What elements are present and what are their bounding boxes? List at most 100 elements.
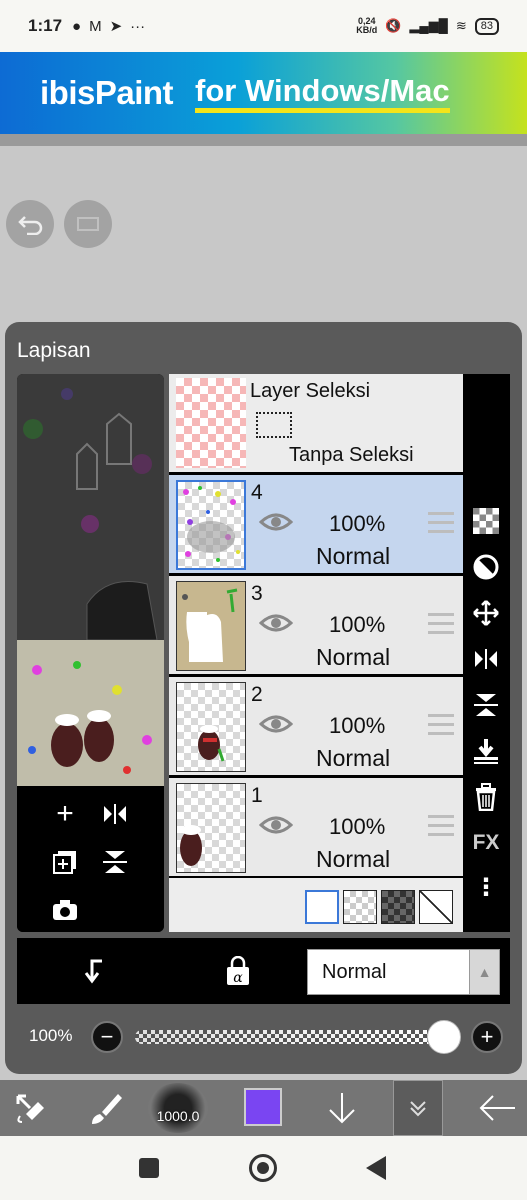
layer-panel: Lapisan + Layer Seleksi Tanpa Seleksi 4 … (5, 322, 522, 1074)
notification-icons: ● M ➤ ··· (72, 17, 145, 36)
trash-icon (476, 783, 496, 811)
layer-opacity: 100% (329, 612, 386, 637)
layer-row[interactable]: 1 100% Normal (169, 778, 463, 876)
canvas-thumbnail[interactable] (17, 640, 164, 786)
layer-row[interactable]: 4 100% Normal (169, 475, 463, 573)
layer-opacity: 100% (329, 511, 386, 536)
duplicate-layer-icon (53, 851, 76, 874)
visibility-eye-icon[interactable] (259, 814, 293, 836)
layer-blend-mode: Normal (316, 745, 391, 771)
dropdown-arrow-icon: ▲ (469, 950, 499, 994)
layer-blend-mode: Normal (316, 644, 391, 670)
chat-bubble-icon: ● (72, 17, 82, 35)
layer-opacity: 100% (329, 713, 386, 738)
bottom-toolbar: 1000.0 (0, 1080, 527, 1136)
selection-layer-thumbnail (176, 378, 246, 468)
collapse-panel-button[interactable] (393, 1080, 443, 1136)
home-icon[interactable] (249, 1154, 277, 1182)
opacity-slider-thumb[interactable] (427, 1020, 461, 1054)
opacity-increase-button[interactable]: + (471, 1021, 503, 1053)
opacity-decrease-button[interactable]: − (91, 1021, 123, 1053)
blend-mode-value: Normal (322, 961, 387, 983)
visibility-eye-icon[interactable] (259, 511, 293, 533)
alpha-lock-button[interactable]: α (220, 953, 256, 989)
canvas-preview: + (17, 374, 164, 932)
flip-horizontal-button[interactable] (97, 796, 133, 832)
tool-selector-button[interactable] (8, 1086, 52, 1130)
flip-vertical-icon (474, 694, 498, 716)
layer-list: Layer Seleksi Tanpa Seleksi 4 100% Norma… (169, 374, 463, 932)
banner-subtitle: for Windows/Mac (195, 73, 450, 113)
canvas-preview-image (17, 374, 164, 641)
telegram-icon: ➤ (109, 18, 123, 35)
drag-handle-icon[interactable] (428, 512, 454, 534)
flip-layer-horizontal-button[interactable] (469, 642, 503, 676)
transform-tool-icon (16, 1094, 44, 1123)
layer-row[interactable]: 2 100% Normal (169, 677, 463, 775)
selection-layer-row[interactable]: Layer Seleksi Tanpa Seleksi (169, 374, 463, 472)
duplicate-layer-button[interactable] (47, 844, 83, 880)
back-triangle-icon[interactable] (366, 1156, 386, 1180)
more-options-button[interactable]: ⋮ (469, 870, 503, 904)
panel-title: Lapisan (17, 339, 91, 362)
flip-horizontal-icon (104, 804, 126, 824)
background-light-checker-swatch[interactable] (343, 890, 377, 924)
background-options (169, 878, 463, 932)
color-swatch[interactable] (244, 1088, 282, 1126)
blend-mode-select[interactable]: Normal ▲ (307, 949, 500, 995)
move-layer-button[interactable] (469, 596, 503, 630)
brush-size-value: 1000.0 (156, 1108, 200, 1124)
mail-icon: M (89, 17, 102, 35)
visibility-eye-icon[interactable] (259, 612, 293, 634)
wifi-icon: ≋ (455, 18, 467, 33)
delete-layer-button[interactable] (469, 780, 503, 814)
flip-vertical-icon (103, 851, 127, 873)
layer-thumbnail (176, 581, 246, 671)
clipping-button[interactable] (469, 550, 503, 584)
redo-button[interactable] (64, 200, 112, 248)
layer-thumbnail (176, 480, 246, 570)
layer-blend-mode: Normal (316, 543, 391, 569)
drag-handle-icon[interactable] (428, 815, 454, 837)
drag-handle-icon[interactable] (428, 714, 454, 736)
flip-layer-vertical-button[interactable] (469, 688, 503, 722)
layer-down-button[interactable] (322, 1086, 362, 1130)
half-circle-icon (473, 554, 499, 580)
layer-blend-mode: Normal (316, 846, 391, 872)
status-bar: 1:17 ● M ➤ ··· 0,24 KB/d 🔇 ▂▄▆█ ≋ 83 (0, 0, 527, 52)
system-nav-bar (0, 1136, 527, 1200)
status-time: 1:17 (28, 16, 63, 35)
add-layer-button[interactable]: + (47, 796, 83, 832)
opacity-slider[interactable] (135, 1030, 455, 1044)
signal-icon: ▂▄▆█ (409, 18, 448, 33)
drag-handle-icon[interactable] (428, 613, 454, 635)
clipping-arrow-button[interactable] (75, 953, 111, 989)
fx-button[interactable]: FX (469, 826, 503, 860)
recents-icon[interactable] (139, 1158, 159, 1178)
arrow-down-icon (329, 1093, 355, 1124)
background-dark-checker-swatch[interactable] (381, 890, 415, 924)
layer-thumbnail (176, 783, 246, 873)
selection-layer-title: Layer Seleksi (250, 380, 371, 402)
merge-down-button[interactable] (469, 734, 503, 768)
clip-arrow-icon (84, 959, 102, 984)
ad-banner[interactable]: ibisPaint for Windows/Mac (0, 52, 527, 134)
flip-vertical-button[interactable] (97, 844, 133, 880)
layer-properties-bar: α Normal ▲ (17, 938, 510, 1004)
camera-button[interactable] (47, 892, 83, 928)
checkerboard-icon (473, 508, 499, 534)
layer-row[interactable]: 3 100% Normal (169, 576, 463, 674)
layer-number: 3 (251, 582, 263, 605)
battery-icon: 83 (474, 17, 499, 35)
brush-tool-button[interactable] (84, 1086, 128, 1130)
background-none-swatch[interactable] (419, 890, 453, 924)
background-white-swatch[interactable] (305, 890, 339, 924)
alpha-lock-icon: α (227, 956, 249, 986)
transparency-checker-button[interactable] (469, 504, 503, 538)
undo-button[interactable] (6, 200, 54, 248)
banner-divider (0, 134, 527, 146)
back-button[interactable] (474, 1086, 520, 1130)
selection-marquee-icon (256, 412, 292, 438)
redo-icon (77, 217, 99, 231)
visibility-eye-icon[interactable] (259, 713, 293, 735)
